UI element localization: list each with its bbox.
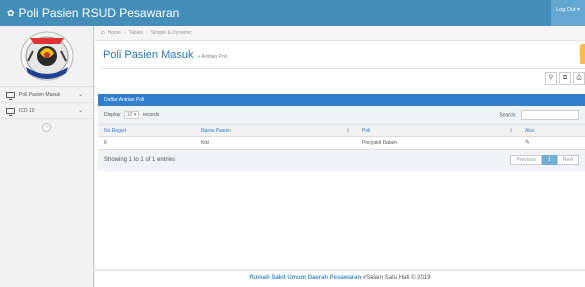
divider <box>101 68 585 69</box>
display-length: Display 10 ▾ records <box>104 111 159 119</box>
col-label: Poli <box>362 127 371 134</box>
cell-no-regist: 6 <box>98 136 195 149</box>
brand-title: Poli Pasien RSUD Pesawaran <box>18 6 180 20</box>
table-controls: Display 10 ▾ records Search: <box>98 106 585 124</box>
sidebar-collapse: « <box>0 119 93 135</box>
sort-icon: ⇕ <box>508 127 513 134</box>
col-poli[interactable]: Poli ⇕ <box>356 124 519 137</box>
copy-icon[interactable]: ⧉ <box>559 72 571 85</box>
table-box: Daftar Antrian Poli Display 10 ▾ records… <box>98 94 585 171</box>
pencil-icon[interactable]: ✎ <box>525 140 530 146</box>
page-header: Poli Pasien Masuk » Antrian Poli <box>95 41 585 69</box>
table-title: Daftar Antrian Poli <box>98 94 585 106</box>
desktop-icon <box>6 91 15 100</box>
search-input[interactable] <box>521 110 579 120</box>
pagination-previous[interactable]: Previous <box>510 155 542 165</box>
pagination-page[interactable]: 1 <box>541 155 557 165</box>
col-no-regist[interactable]: No Regist <box>98 124 195 137</box>
display-label: Display <box>104 112 121 118</box>
logout-button[interactable]: Log Out ▾ <box>551 0 585 26</box>
col-label: Aksi <box>525 127 535 134</box>
footer-org: Rumah Sakit Umum Daerah Pesawaran <box>249 275 362 281</box>
table-info: Showing 1 to 1 of 1 entries <box>104 157 176 163</box>
settings-toggle[interactable] <box>580 44 585 64</box>
col-label: Nama Pasien <box>201 127 232 134</box>
cell-poli: Penyakit Dalam <box>356 136 519 149</box>
records-label: records <box>142 112 160 118</box>
pagination-next[interactable]: Next <box>556 155 579 165</box>
table-row: 6 Kiki Penyakit Dalam ✎ <box>98 136 585 149</box>
sidebar-item-label: ICD 10 <box>19 107 35 114</box>
home-icon: ⌂ <box>101 30 105 36</box>
navbar: ✿ Poli Pasien RSUD Pesawaran Log Out ▾ <box>0 0 585 26</box>
records-select-value: 10 <box>126 112 133 118</box>
sort-icon: ⇕ <box>345 127 350 134</box>
breadcrumb-separator: › <box>123 30 126 36</box>
table-header-row: No Regist Nama Pasien ⇕ Poli ⇕ Aksi <box>98 124 585 137</box>
brand[interactable]: ✿ Poli Pasien RSUD Pesawaran <box>7 6 179 20</box>
print-icon[interactable]: ⎙ <box>573 72 585 85</box>
breadcrumb: ⌂ Home › Tables › Simple & Dynamic <box>95 26 585 41</box>
breadcrumb-home[interactable]: Home <box>108 30 121 36</box>
chevron-down-icon: ⌄ <box>77 92 83 98</box>
hospital-logo <box>20 31 73 81</box>
records-select[interactable]: 10 ▾ <box>123 111 140 119</box>
breadcrumb-current: Simple & Dynamic <box>150 30 192 36</box>
sidebar-item-poli-pasien-masuk[interactable]: Poli Pasien Masuk ⌄ <box>0 87 93 103</box>
caret-down-icon: ▾ <box>577 7 580 13</box>
logo-area <box>0 26 93 87</box>
leaf-icon: ✿ <box>7 8 15 18</box>
pagination: Previous 1 Next <box>510 155 579 165</box>
col-label: No Regist <box>104 127 126 134</box>
page-subtitle: » Antrian Poli <box>197 53 227 60</box>
queue-table: No Regist Nama Pasien ⇕ Poli ⇕ Aksi 6 Kiki… <box>98 124 585 149</box>
table-footer: Showing 1 to 1 of 1 entries Previous 1 N… <box>98 148 585 171</box>
main-content: ⌂ Home › Tables › Simple & Dynamic Poli … <box>95 26 585 287</box>
page-title: Poli Pasien Masuk <box>103 49 194 61</box>
double-chevron-icon[interactable]: « <box>42 122 51 132</box>
page-footer: Rumah Sakit Umum Daerah Pesawaran #Salam… <box>95 269 585 287</box>
table-search: Search: <box>499 110 579 120</box>
breadcrumb-tables[interactable]: Tables <box>129 30 143 36</box>
cell-nama-pasien: Kiki <box>195 136 356 149</box>
cell-aksi: ✎ <box>519 136 585 149</box>
chevron-down-icon: ⌄ <box>77 108 83 114</box>
table-tools: ⚲ ⧉ ⎙ <box>543 72 585 85</box>
desktop-icon <box>6 107 15 116</box>
col-aksi[interactable]: Aksi <box>519 124 585 137</box>
sidebar-item-label: Poli Pasien Masuk <box>19 91 61 98</box>
logout-label: Log Out <box>556 7 576 13</box>
breadcrumb-separator: › <box>146 30 148 36</box>
sidebar: Poli Pasien Masuk ⌄ ICD 10 ⌄ « <box>0 26 94 287</box>
sidebar-item-icd10[interactable]: ICD 10 ⌄ <box>0 103 93 119</box>
footer-motto: #Salam Satu Hati © 2019 <box>362 275 431 281</box>
search-label: Search: <box>499 112 517 119</box>
search-icon[interactable]: ⚲ <box>545 72 557 85</box>
col-nama-pasien[interactable]: Nama Pasien ⇕ <box>195 124 356 137</box>
